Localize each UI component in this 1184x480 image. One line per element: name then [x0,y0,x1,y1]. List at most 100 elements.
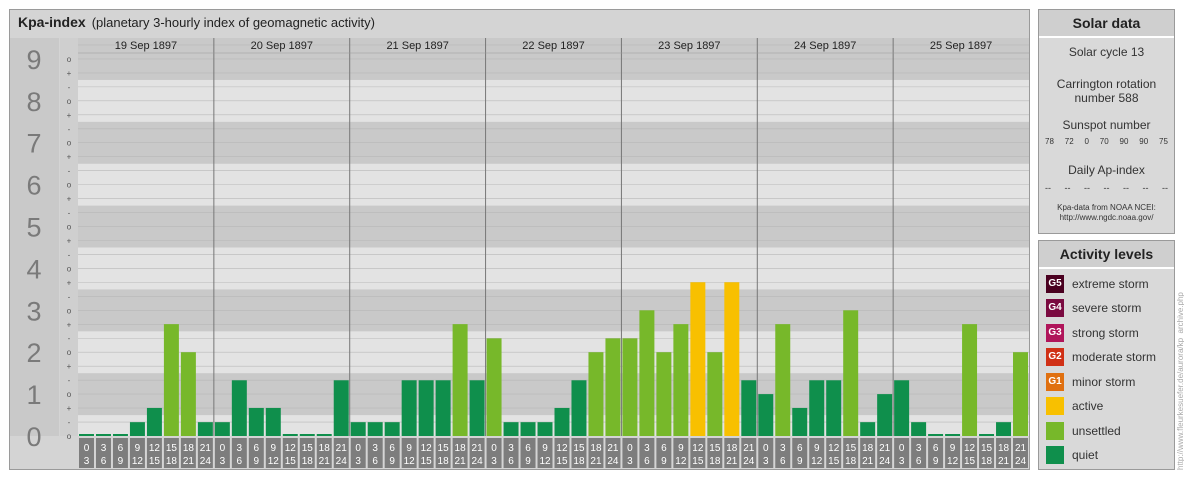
interval-start-label: 15 [573,443,585,454]
kp-bar [384,422,400,436]
sub-tick-label: - [68,83,71,92]
interval-end-label: 18 [302,456,314,467]
interval-end-label: 21 [862,456,874,467]
kp-bar [775,324,791,436]
level-label: severe storm [1072,301,1142,315]
interval-start-label: 3 [916,443,922,454]
interval-start-label: 3 [508,443,514,454]
interval-start-label: 18 [319,443,331,454]
kp-bar [299,434,315,436]
sub-tick-label: + [67,278,72,287]
interval-start-label: 0 [355,443,361,454]
interval-start-label: 15 [166,443,178,454]
kp-bar [163,324,179,436]
interval-end-label: 24 [879,456,891,467]
kp-bar [435,380,451,436]
sub-tick-label: - [68,376,71,385]
interval-start-label: 6 [661,443,667,454]
kp-bar [316,434,332,436]
kp-bar [911,422,927,436]
sub-tick-label: + [67,111,72,120]
interval-start-label: 21 [200,443,212,454]
kp-bar [792,407,808,436]
interval-start-label: 9 [406,443,412,454]
kp-bar [996,422,1012,436]
interval-start-label: 0 [220,443,226,454]
interval-end-label: 24 [743,456,755,467]
level-label: unsettled [1072,424,1121,438]
y-tick-label: 2 [26,338,41,368]
interval-start-label: 6 [254,443,260,454]
kp-bar [724,282,740,436]
interval-start-label: 12 [692,443,704,454]
sub-tick-label: + [67,69,72,78]
kp-bar [350,422,366,436]
interval-end-label: 21 [998,456,1010,467]
interval-start-label: 9 [542,443,548,454]
interval-start-label: 3 [237,443,243,454]
interval-end-label: 3 [84,456,90,467]
interval-end-label: 21 [319,456,331,467]
ap-value: -- [1084,183,1090,193]
level-swatch: G4 [1046,299,1064,317]
sub-tick-label: o [67,390,72,399]
interval-end-label: 18 [438,456,450,467]
interval-end-label: 15 [692,456,704,467]
interval-end-label: 15 [421,456,433,467]
level-swatch: G3 [1046,324,1064,342]
sub-tick-label: - [68,125,71,134]
kp-bar [401,380,417,436]
ap-value: -- [1162,183,1168,193]
interval-start-label: 6 [118,443,124,454]
sub-tick-label: - [68,334,71,343]
kp-bar [129,422,145,436]
interval-end-label: 21 [455,456,467,467]
ap-value: -- [1123,183,1129,193]
kp-bar [520,422,536,436]
kp-bar [707,352,723,436]
day-label: 23 Sep 1897 [658,40,720,52]
interval-start-label: 12 [828,443,840,454]
interval-start-label: 12 [149,443,161,454]
kp-bar [214,422,230,436]
sub-tick-label: + [67,153,72,162]
ap-values: -- -- -- -- -- -- -- [1039,183,1174,193]
interval-end-label: 12 [539,456,551,467]
kp-bar [588,352,604,436]
level-swatch [1046,397,1064,415]
interval-start-label: 0 [491,443,497,454]
y-tick-label: 1 [26,380,41,410]
interval-start-label: 9 [678,443,684,454]
interval-end-label: 24 [200,456,212,467]
kp-bar [894,380,910,436]
interval-end-label: 12 [675,456,687,467]
source-link[interactable]: http://www.ngdc.noaa.gov/ [1039,213,1174,223]
sunspot-value: 75 [1159,137,1168,146]
interval-end-label: 18 [573,456,585,467]
sunspot-value: 70 [1099,137,1109,146]
sub-tick-label: o [67,55,72,64]
level-label: active [1072,399,1104,413]
interval-end-label: 24 [1015,456,1027,467]
carrington-line-1: Carrington rotation [1056,77,1157,91]
sub-tick-label: o [67,306,72,315]
solar-data-title: Solar data [1039,10,1174,38]
solar-cycle: Solar cycle 13 [1068,45,1145,59]
ap-value: -- [1064,183,1071,193]
interval-start-label: 6 [389,443,395,454]
interval-end-label: 15 [964,456,976,467]
interval-end-label: 6 [508,456,514,467]
y-tick-label: 3 [26,296,41,326]
sub-tick-label: + [67,362,72,371]
sunspot-value: 78 [1045,137,1054,146]
kp-bar [826,380,842,436]
kp-bar [741,380,757,436]
interval-end-label: 3 [899,456,905,467]
kp-bar [95,434,111,436]
kp-bar [418,380,434,436]
interval-end-label: 15 [149,456,161,467]
day-label: 25 Sep 1897 [930,40,992,52]
level-g4: G4 severe storm [1046,299,1141,317]
interval-start-label: 18 [862,443,874,454]
interval-end-label: 21 [183,456,195,467]
